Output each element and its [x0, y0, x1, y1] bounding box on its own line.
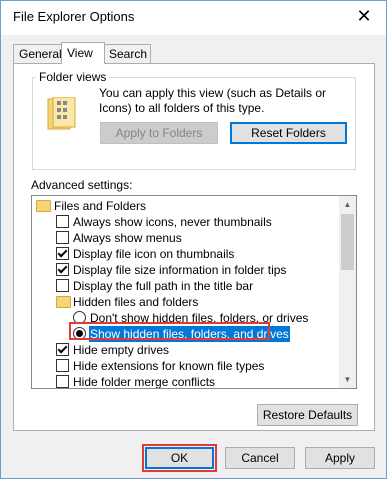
list-item-label: Always show icons, never thumbnails — [73, 215, 272, 229]
folder-view-icon — [47, 97, 76, 130]
advanced-settings-label: Advanced settings: — [31, 178, 133, 192]
folder-views-description: You can apply this view (such as Details… — [99, 86, 327, 115]
checkbox[interactable] — [56, 231, 69, 244]
tab-general[interactable]: General — [13, 44, 63, 63]
apply-to-folders-button[interactable]: Apply to Folders — [100, 122, 218, 144]
highlight-frame — [69, 322, 270, 340]
window-title: File Explorer Options — [13, 9, 135, 24]
scroll-down-icon[interactable]: ▼ — [339, 371, 356, 388]
advanced-settings-list[interactable]: Files and Folders Always show icons, nev… — [31, 195, 357, 389]
checkbox[interactable] — [56, 215, 69, 228]
ok-button[interactable]: OK — [142, 444, 217, 472]
list-item-label: Display the full path in the title bar — [73, 279, 254, 293]
cancel-button[interactable]: Cancel — [225, 447, 295, 469]
restore-defaults-button[interactable]: Restore Defaults — [257, 404, 358, 426]
tab-search[interactable]: Search — [103, 44, 151, 63]
title-bar: File Explorer Options ✕ — [1, 1, 386, 35]
apply-button[interactable]: Apply — [305, 447, 375, 469]
folder-icon — [36, 200, 51, 212]
close-icon[interactable]: ✕ — [352, 4, 376, 28]
checkbox[interactable] — [56, 247, 69, 260]
reset-folders-button[interactable]: Reset Folders — [230, 122, 347, 144]
list-item-label: Display file icon on thumbnails — [73, 247, 235, 261]
vertical-scrollbar[interactable]: ▲ ▼ — [339, 196, 356, 388]
checkbox[interactable] — [56, 279, 69, 292]
list-item-label: Files and Folders — [54, 199, 147, 213]
checkbox[interactable] — [56, 343, 69, 356]
scrollbar-thumb[interactable] — [341, 214, 354, 270]
list-item-label: Hide folder merge conflicts — [73, 375, 216, 389]
list-item-label: Display file size information in folder … — [73, 263, 287, 277]
folder-views-label: Folder views — [36, 70, 110, 84]
list-item-label: Hide empty drives — [73, 343, 170, 357]
list-item-label: Hidden files and folders — [73, 295, 199, 309]
view-tab-panel: Folder views You can apply this view (su… — [13, 63, 375, 431]
folder-icon — [56, 296, 71, 308]
checkbox[interactable] — [56, 359, 69, 372]
list-item-label: Hide extensions for known file types — [73, 359, 265, 373]
list-item-label: Always show menus — [73, 231, 182, 245]
checkbox[interactable] — [56, 375, 69, 388]
checkbox[interactable] — [56, 263, 69, 276]
dialog-window: File Explorer Options ✕ General View Sea… — [0, 0, 387, 479]
tab-view[interactable]: View — [61, 42, 105, 64]
scroll-up-icon[interactable]: ▲ — [339, 196, 356, 213]
